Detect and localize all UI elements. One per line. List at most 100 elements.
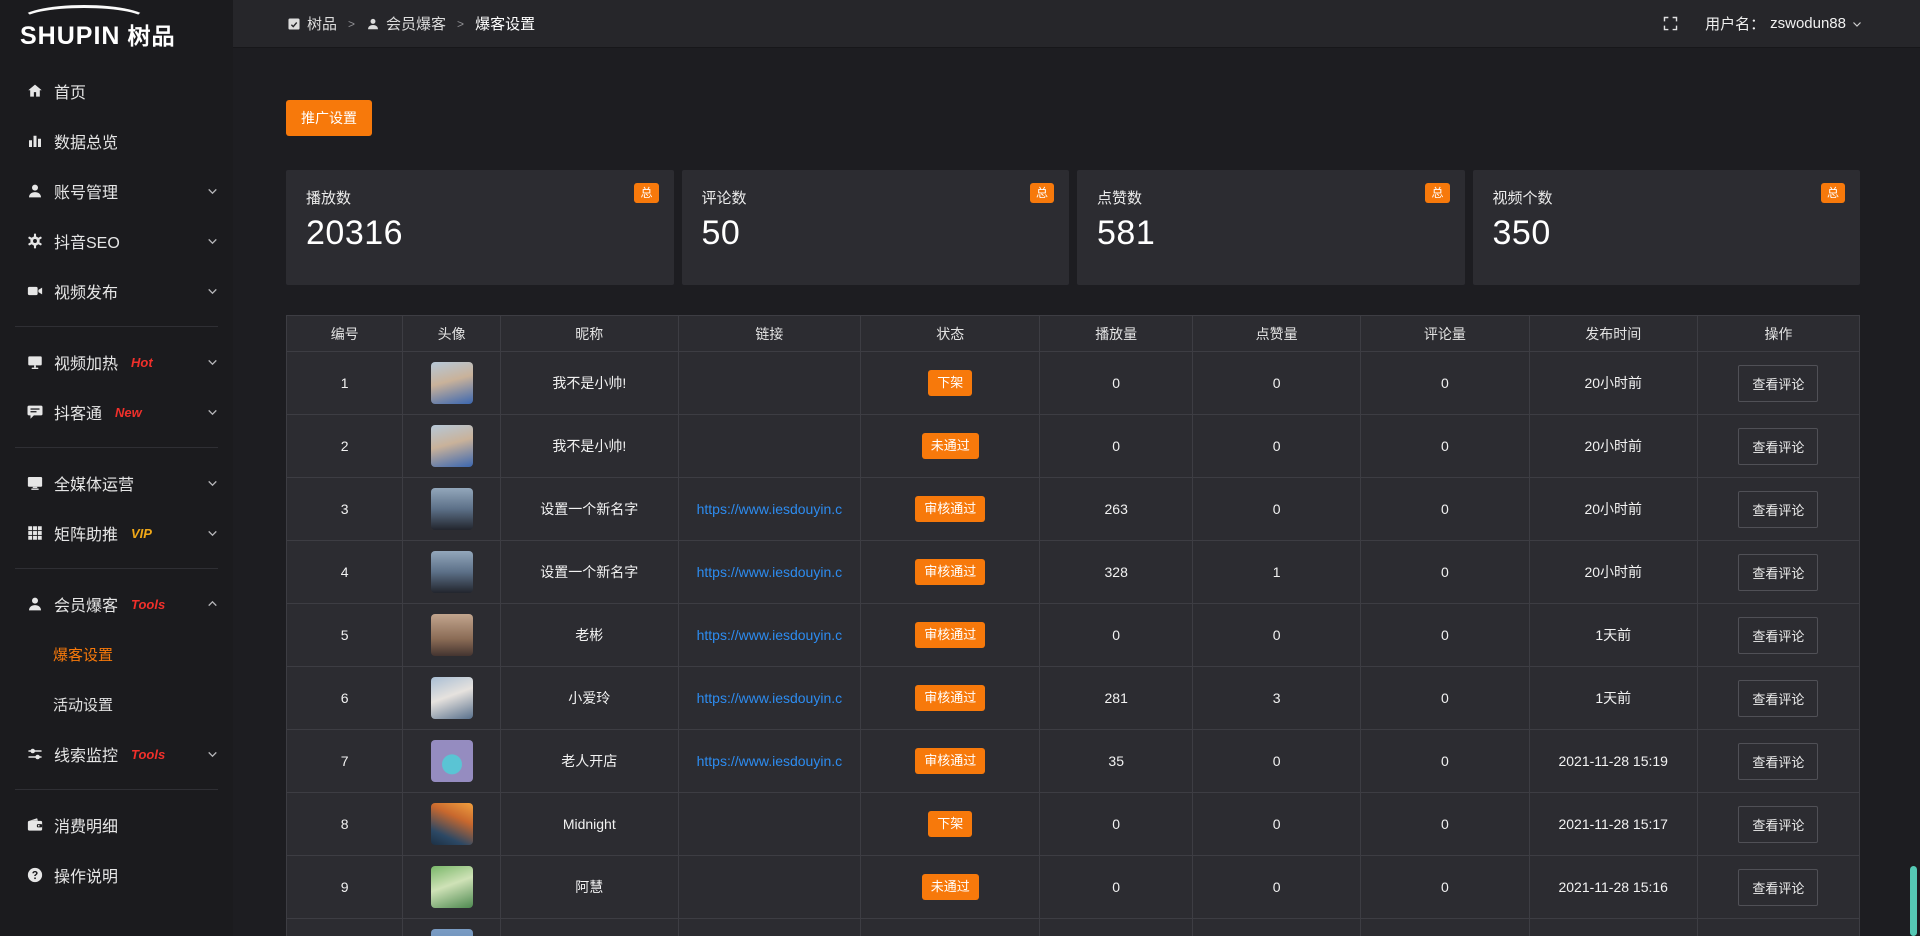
sidebar-item-all-media-operation[interactable]: 全媒体运营	[0, 458, 233, 508]
sidebar-subitem-activity-settings[interactable]: 活动设置	[0, 679, 233, 729]
status-badge[interactable]: 审核通过	[915, 748, 985, 774]
breadcrumb-separator: >	[457, 17, 464, 31]
status-badge[interactable]: 下架	[928, 811, 972, 837]
column-header-4: 链接	[678, 316, 860, 352]
cell-nickname: 小爱玲	[500, 667, 678, 730]
cell-status: 未通过	[861, 856, 1040, 919]
cell-id: 6	[287, 667, 403, 730]
view-comments-button[interactable]: 查看评论	[1738, 365, 1818, 402]
user-icon	[26, 182, 44, 200]
video-link[interactable]: https://www.iesdouyin.c	[697, 627, 843, 643]
view-comments-button[interactable]: 查看评论	[1738, 869, 1818, 906]
cell-action: 查看评论	[1697, 667, 1859, 730]
cell-link: https://www.iesdouyin.c	[678, 541, 860, 604]
cell-nickname: 我不是小帅!	[500, 352, 678, 415]
sidebar-item-badge: New	[115, 405, 142, 420]
video-link[interactable]: https://www.iesdouyin.c	[697, 501, 843, 517]
scrollbar-thumb[interactable]	[1910, 866, 1917, 936]
video-link[interactable]: https://www.iesdouyin.c	[697, 564, 843, 580]
sidebar-item-matrix-boost[interactable]: 矩阵助推VIP	[0, 508, 233, 558]
sidebar-item-label: 视频加热	[54, 350, 118, 374]
table-row: 9阿慧未通过0002021-11-28 15:16查看评论	[287, 856, 1860, 919]
view-comments-button[interactable]: 查看评论	[1738, 743, 1818, 780]
wallet-icon	[26, 816, 44, 834]
cell-nickname: 我不是小帅!	[500, 415, 678, 478]
stat-label: 视频个数	[1493, 187, 1841, 208]
user-menu[interactable]: 用户名：zswodun88	[1705, 13, 1863, 34]
chevron-down-icon	[206, 235, 219, 248]
view-comments-button[interactable]: 查看评论	[1738, 428, 1818, 465]
videos-table: 编号头像昵称链接状态播放量点赞量评论量发布时间操作1我不是小帅!下架00020小…	[286, 315, 1860, 936]
promo-settings-button[interactable]: 推广设置	[286, 100, 372, 136]
cell-link	[678, 352, 860, 415]
sidebar-item-consume-detail[interactable]: 消费明细	[0, 800, 233, 850]
cell-likes: 3	[1192, 667, 1360, 730]
sidebar-item-video-publish[interactable]: 视频发布	[0, 266, 233, 316]
cell-likes: 0	[1192, 604, 1360, 667]
sidebar-item-data-overview[interactable]: 数据总览	[0, 116, 233, 166]
cell-time: 2021-11-28 15:19	[1529, 730, 1697, 793]
breadcrumb-item-2[interactable]: 会员爆客	[366, 13, 446, 34]
view-comments-button[interactable]: 查看评论	[1738, 491, 1818, 528]
status-badge[interactable]: 审核通过	[915, 685, 985, 711]
sidebar-item-clue-monitor[interactable]: 线索监控Tools	[0, 729, 233, 779]
cell-id: 8	[287, 793, 403, 856]
cell-plays: 0	[1040, 793, 1193, 856]
sidebar-item-operation-guide[interactable]: 操作说明	[0, 850, 233, 900]
status-badge[interactable]: 审核通过	[915, 496, 985, 522]
sidebar-item-label: 操作说明	[54, 863, 118, 887]
status-badge[interactable]: 未通过	[922, 433, 979, 459]
stat-value: 350	[1493, 214, 1841, 253]
cell-status: 审核通过	[861, 604, 1040, 667]
sidebar-item-label: 账号管理	[54, 179, 118, 203]
sidebar-item-douketong[interactable]: 抖客通New	[0, 387, 233, 437]
view-comments-button[interactable]: 查看评论	[1738, 554, 1818, 591]
table-row	[287, 919, 1860, 936]
cell-comments: 0	[1361, 793, 1529, 856]
topbar: 树品>会员爆客>爆客设置 用户名：zswodun88	[233, 0, 1920, 48]
display-icon	[26, 353, 44, 371]
grid-icon	[26, 524, 44, 542]
sidebar-item-douyin-seo[interactable]: 抖音SEO	[0, 216, 233, 266]
column-header-7: 点赞量	[1192, 316, 1360, 352]
cell-time: 20小时前	[1529, 478, 1697, 541]
sidebar-item-account-management[interactable]: 账号管理	[0, 166, 233, 216]
view-comments-button[interactable]: 查看评论	[1738, 617, 1818, 654]
fullscreen-icon[interactable]	[1662, 15, 1679, 32]
total-badge: 总	[1030, 183, 1054, 203]
column-header-10: 操作	[1697, 316, 1859, 352]
sidebar-item-label: 数据总览	[54, 129, 118, 153]
stat-card: 评论数总50	[682, 170, 1070, 285]
sidebar-item-video-heating[interactable]: 视频加热 Hot	[0, 337, 233, 387]
sidebar-item-badge: Tools	[131, 597, 165, 612]
status-badge[interactable]: 审核通过	[915, 559, 985, 585]
avatar	[431, 551, 473, 593]
view-comments-button[interactable]: 查看评论	[1738, 680, 1818, 717]
stat-value: 20316	[306, 214, 654, 253]
user-icon	[26, 595, 44, 613]
sidebar-item-badge: Hot	[131, 355, 153, 370]
cell-plays: 0	[1040, 352, 1193, 415]
user-icon	[366, 17, 380, 31]
video-link[interactable]: https://www.iesdouyin.c	[697, 690, 843, 706]
cell-nickname: 老人开店	[500, 730, 678, 793]
cell-plays: 328	[1040, 541, 1193, 604]
sidebar: SHUPIN树品 首页数据总览账号管理抖音SEO视频发布视频加热Hot抖客通Ne…	[0, 0, 233, 936]
status-badge[interactable]: 未通过	[922, 874, 979, 900]
video-link[interactable]: https://www.iesdouyin.c	[697, 753, 843, 769]
cell-avatar	[403, 604, 501, 667]
cell-status: 下架	[861, 352, 1040, 415]
status-badge[interactable]: 审核通过	[915, 622, 985, 648]
sidebar-item-home[interactable]: 首页	[0, 66, 233, 116]
status-badge[interactable]: 下架	[928, 370, 972, 396]
sidebar-item-member-baoke[interactable]: 会员爆客Tools	[0, 579, 233, 629]
home-icon	[26, 82, 44, 100]
cell-status: 下架	[861, 793, 1040, 856]
view-comments-button[interactable]: 查看评论	[1738, 806, 1818, 843]
cell-avatar	[403, 541, 501, 604]
sidebar-subitem-baoke-settings[interactable]: 爆客设置	[0, 629, 233, 679]
cell-nickname: 老彬	[500, 604, 678, 667]
sidebar-subitem-label: 爆客设置	[53, 644, 113, 665]
cell-plays: 0	[1040, 856, 1193, 919]
breadcrumb-item-1[interactable]: 树品	[287, 13, 337, 34]
